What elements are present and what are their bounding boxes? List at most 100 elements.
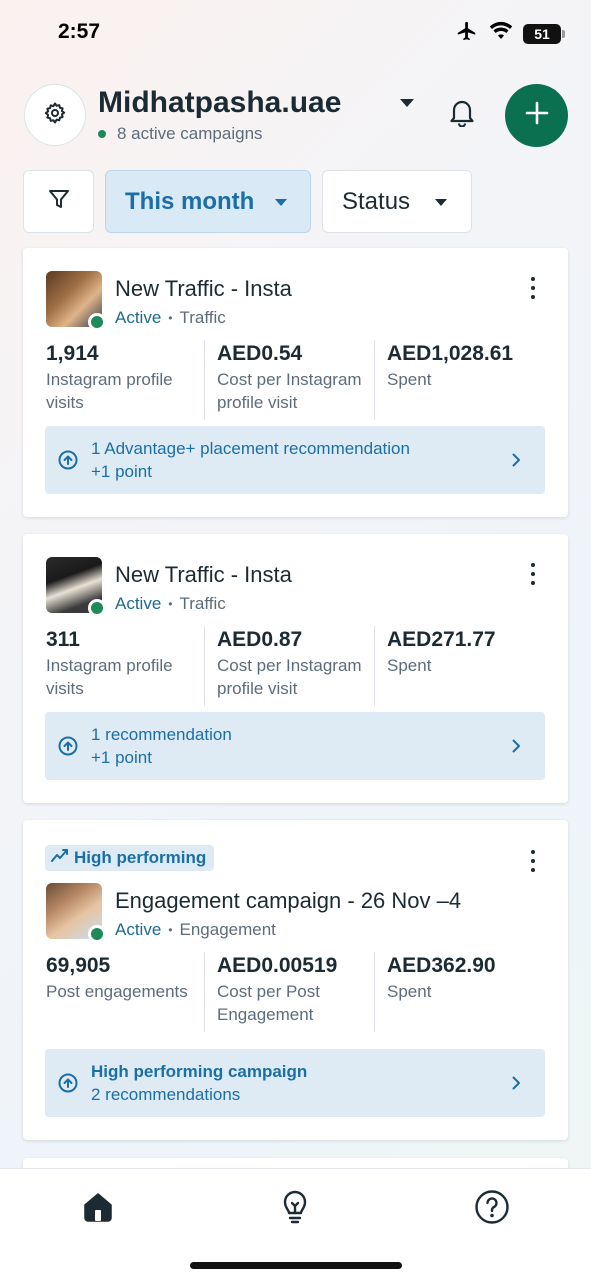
- campaign-thumbnail: [46, 271, 106, 331]
- filter-button[interactable]: [23, 170, 94, 233]
- active-campaigns-label: 8 active campaigns: [117, 124, 263, 143]
- metric-value: AED1,028.61: [387, 342, 514, 365]
- arrow-up-circle-icon: [58, 1073, 78, 1098]
- campaign-objective: Traffic: [179, 308, 226, 327]
- campaign-metrics: 69,905 Post engagements AED0.00519 Cost …: [46, 952, 546, 1032]
- more-options-icon[interactable]: [523, 848, 543, 874]
- metric-results: 311 Instagram profile visits: [46, 626, 204, 706]
- account-dropdown-caret-icon[interactable]: [400, 99, 414, 107]
- campaign-card[interactable]: High performing Engagement campaign - 26…: [23, 820, 568, 1140]
- campaign-title[interactable]: New Traffic - Insta: [115, 562, 292, 588]
- metric-value: AED0.00519: [217, 954, 338, 977]
- wifi-icon: [489, 21, 513, 46]
- active-status-dot: [88, 925, 106, 943]
- settings-button[interactable]: [24, 84, 86, 146]
- campaign-meta: Active • Traffic: [115, 594, 226, 614]
- metric-label: Spent: [387, 982, 432, 1001]
- bottom-nav: [0, 1168, 591, 1280]
- recommendation-points: +1 point: [91, 462, 152, 481]
- campaign-objective: Engagement: [179, 920, 276, 939]
- recommendation-banner[interactable]: 1 recommendation +1 point: [45, 712, 545, 780]
- create-button[interactable]: [505, 84, 568, 147]
- campaign-card[interactable]: New Traffic - Insta Active • Traffic 311…: [23, 534, 568, 803]
- separator-dot: •: [168, 923, 173, 937]
- active-status-dot: [88, 313, 106, 331]
- recommendation-title: 1 Advantage+ placement recommendation: [91, 439, 410, 458]
- recommendation-title: 1 recommendation: [91, 725, 232, 744]
- active-status-dot: [98, 130, 106, 138]
- high-performing-badge: High performing: [45, 845, 215, 871]
- campaign-metrics: 311 Instagram profile visits AED0.87 Cos…: [46, 626, 546, 706]
- metric-label: Cost per Post Engagement: [217, 982, 320, 1024]
- separator-dot: •: [168, 311, 173, 325]
- campaign-meta: Active • Traffic: [115, 308, 226, 328]
- status-icons: 51: [455, 20, 565, 47]
- metric-cost-per-result: AED0.87 Cost per Instagram profile visit: [204, 626, 374, 706]
- funnel-icon: [48, 188, 70, 215]
- home-indicator: [190, 1262, 402, 1269]
- plus-icon: [525, 101, 549, 130]
- recommendation-points: +1 point: [91, 748, 152, 767]
- metric-label: Spent: [387, 370, 432, 389]
- nav-recommendations[interactable]: [275, 1189, 315, 1229]
- nav-help[interactable]: [472, 1189, 512, 1229]
- campaign-objective: Traffic: [179, 594, 226, 613]
- date-range-chip[interactable]: This month: [105, 170, 311, 233]
- campaign-thumbnail: [46, 557, 106, 617]
- caret-down-icon: [435, 199, 447, 206]
- recommendation-banner[interactable]: 1 Advantage+ placement recommendation +1…: [45, 426, 545, 494]
- metric-spent: AED362.90 Spent: [374, 952, 546, 1032]
- active-campaigns-summary: 8 active campaigns: [98, 124, 263, 144]
- campaign-status: Active: [115, 308, 162, 327]
- chevron-right-icon: [511, 738, 521, 759]
- notifications-button[interactable]: [440, 92, 484, 136]
- metric-label: Post engagements: [46, 982, 188, 1001]
- metric-results: 1,914 Instagram profile visits: [46, 340, 204, 420]
- nav-home[interactable]: [78, 1189, 118, 1229]
- header: Midhatpasha.uae 8 active campaigns: [0, 84, 591, 148]
- account-name[interactable]: Midhatpasha.uae: [98, 86, 341, 120]
- campaign-thumbnail: [46, 883, 106, 943]
- active-status-dot: [88, 599, 106, 617]
- status-time: 2:57: [58, 20, 101, 43]
- metric-cost-per-result: AED0.54 Cost per Instagram profile visit: [204, 340, 374, 420]
- metric-value: AED0.54: [217, 342, 303, 365]
- help-icon: [474, 1189, 510, 1230]
- battery-icon: 51: [523, 23, 565, 44]
- filter-bar: This month Status: [0, 170, 591, 233]
- trend-up-icon: [51, 848, 69, 868]
- metric-value: AED362.90: [387, 954, 496, 977]
- more-options-icon[interactable]: [523, 561, 543, 587]
- date-range-label: This month: [125, 187, 255, 215]
- metric-results: 69,905 Post engagements: [46, 952, 204, 1032]
- campaign-metrics: 1,914 Instagram profile visits AED0.54 C…: [46, 340, 546, 420]
- lightbulb-icon: [279, 1189, 311, 1230]
- metric-spent: AED271.77 Spent: [374, 626, 546, 706]
- campaign-status: Active: [115, 920, 162, 939]
- metric-value: AED271.77: [387, 628, 496, 651]
- campaign-title[interactable]: New Traffic - Insta: [115, 276, 292, 302]
- recommendation-banner[interactable]: High performing campaign 2 recommendatio…: [45, 1049, 545, 1117]
- campaign-meta: Active • Engagement: [115, 920, 276, 940]
- metric-value: 69,905: [46, 954, 111, 977]
- status-bar: 2:57 51: [0, 0, 591, 62]
- chevron-right-icon: [511, 1075, 521, 1096]
- metric-label: Instagram profile visits: [46, 656, 173, 698]
- recommendation-count: 2 recommendations: [91, 1085, 241, 1104]
- arrow-up-circle-icon: [58, 736, 78, 761]
- campaign-card[interactable]: New Traffic - Insta Active • Traffic 1,9…: [23, 248, 568, 517]
- chevron-right-icon: [511, 452, 521, 473]
- metric-label: Cost per Instagram profile visit: [217, 656, 362, 698]
- campaign-status: Active: [115, 594, 162, 613]
- arrow-up-circle-icon: [58, 450, 78, 475]
- badge-label: High performing: [74, 848, 207, 867]
- status-filter-chip[interactable]: Status: [322, 170, 472, 233]
- more-options-icon[interactable]: [523, 275, 543, 301]
- metric-value: 1,914: [46, 342, 99, 365]
- bell-icon: [448, 97, 476, 132]
- separator-dot: •: [168, 597, 173, 611]
- metric-value: AED0.87: [217, 628, 303, 651]
- status-filter-label: Status: [342, 187, 411, 215]
- campaign-title[interactable]: Engagement campaign - 26 Nov –4: [115, 888, 461, 914]
- caret-down-icon: [275, 199, 287, 206]
